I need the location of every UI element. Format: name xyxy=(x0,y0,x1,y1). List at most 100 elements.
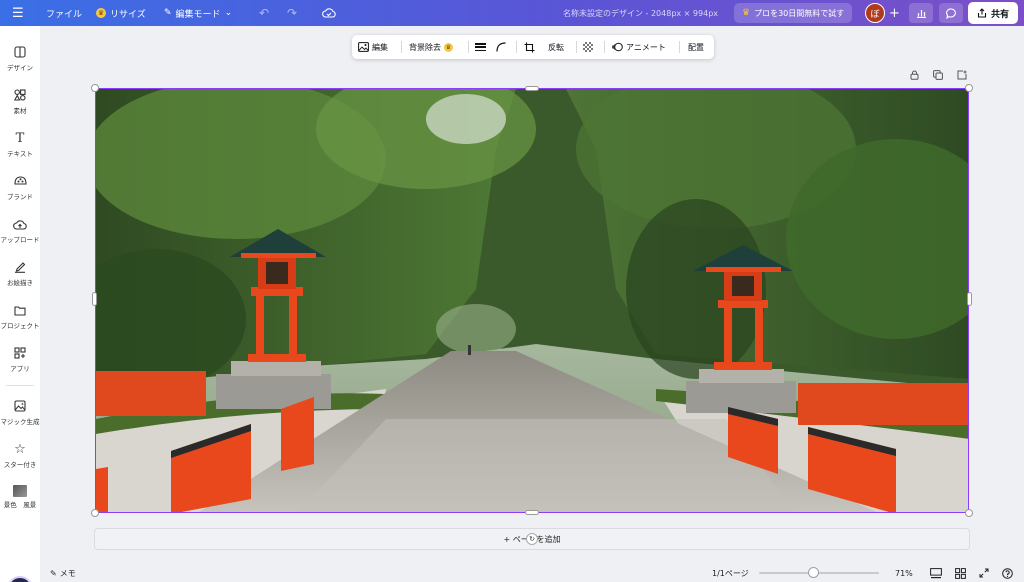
zoom-slider-knob[interactable] xyxy=(808,567,819,578)
resize-handle-top[interactable] xyxy=(525,86,539,91)
sidebar-item-label: デザイン xyxy=(7,64,33,72)
page-view-button[interactable] xyxy=(930,564,942,582)
crown-icon: ♛ xyxy=(96,8,106,18)
bg-remove-label: 背景除去 xyxy=(409,42,441,52)
shrine-path-photo xyxy=(96,89,968,512)
sidebar-item-upload[interactable]: アップロード xyxy=(0,216,40,244)
invite-button[interactable]: + xyxy=(889,0,900,26)
resize-handle-top-right[interactable] xyxy=(965,84,973,92)
animate-label: アニメート xyxy=(626,42,666,52)
sidebar-item-landscape[interactable]: 景色 風景 xyxy=(0,485,40,509)
share-icon xyxy=(977,8,987,18)
rotate-handle[interactable]: ↻ xyxy=(526,533,538,545)
landscape-thumbnail xyxy=(13,485,27,497)
analytics-button[interactable] xyxy=(909,3,933,23)
resize-handle-bottom[interactable] xyxy=(525,510,539,515)
redo-button[interactable]: ↷ xyxy=(287,0,297,26)
edit-mode-label: 編集モード xyxy=(175,9,221,20)
lock-icon[interactable] xyxy=(910,70,919,83)
resize-handle-top-left[interactable] xyxy=(91,84,99,92)
document-title[interactable]: 名称未設定のデザイン - 2048px × 994px xyxy=(563,0,718,26)
elements-icon xyxy=(12,87,28,103)
help-button[interactable] xyxy=(1002,564,1013,582)
rotate-icon: ↻ xyxy=(529,535,535,543)
add-page-icon[interactable] xyxy=(957,70,967,83)
image-edit-icon xyxy=(358,42,369,52)
toolbar-divider xyxy=(401,41,402,53)
position-label: 配置 xyxy=(688,42,704,52)
flip-button[interactable]: 反転 xyxy=(548,35,564,59)
apps-icon xyxy=(12,345,28,361)
edit-mode-dropdown[interactable]: ✎ 編集モード ⌄ xyxy=(164,0,232,26)
toolbar-divider xyxy=(679,41,680,53)
file-menu[interactable]: ファイル xyxy=(46,0,82,26)
sidebar-item-label: アプリ xyxy=(10,365,30,373)
corner-radius-icon xyxy=(496,42,506,52)
sidebar-item-projects[interactable]: プロジェクト xyxy=(0,302,40,330)
resize-button[interactable]: ♛ リサイズ xyxy=(96,0,146,26)
undo-icon: ↶ xyxy=(259,6,270,20)
sidebar-item-elements[interactable]: 素材 xyxy=(0,87,40,115)
resize-handle-bottom-right[interactable] xyxy=(965,509,973,517)
folder-icon xyxy=(12,302,28,318)
text-icon: T xyxy=(15,130,25,146)
grid-view-button[interactable] xyxy=(955,564,966,582)
file-menu-label: ファイル xyxy=(46,9,83,20)
comments-button[interactable] xyxy=(939,3,963,23)
bar-chart-icon xyxy=(916,10,926,18)
bottom-bar: ✎ メモ 1/1ページ 71% xyxy=(40,564,1024,582)
sidebar-item-brand[interactable]: ブランド xyxy=(0,173,40,201)
toolbar-divider xyxy=(468,41,469,53)
sidebar-divider xyxy=(6,385,34,386)
redo-icon: ↷ xyxy=(287,6,298,20)
top-bar: ☰ ファイル ♛ リサイズ ✎ 編集モード ⌄ ↶ ↷ 名称未設定のデザイン -… xyxy=(0,0,1024,26)
edit-image-button[interactable]: 編集 xyxy=(358,35,388,59)
transparency-button[interactable] xyxy=(583,35,593,59)
duplicate-page-icon[interactable] xyxy=(933,70,943,83)
crop-button[interactable] xyxy=(524,35,535,59)
border-lines-icon xyxy=(475,43,486,51)
sidebar-item-magic-media[interactable]: マジック生成 xyxy=(0,398,40,426)
toolbar-divider xyxy=(576,41,577,53)
resize-handle-left[interactable] xyxy=(92,292,97,306)
plus-icon: + xyxy=(889,5,900,21)
draw-icon xyxy=(12,259,28,275)
sidebar-item-apps[interactable]: アプリ xyxy=(0,345,40,373)
sidebar-item-starred[interactable]: ☆ スター付き xyxy=(0,441,40,470)
border-style-button[interactable] xyxy=(475,35,486,59)
edit-label: 編集 xyxy=(372,42,388,52)
sidebar-item-label: 素材 xyxy=(13,107,27,115)
sidebar-item-design[interactable]: デザイン xyxy=(0,44,40,72)
crown-icon: ♛ xyxy=(742,8,751,18)
pencil-icon: ✎ xyxy=(164,8,172,18)
sidebar-item-label: 景色 風景 xyxy=(3,501,37,509)
share-button[interactable]: 共有 xyxy=(968,2,1018,24)
sidebar-item-label: プロジェクト xyxy=(0,322,40,330)
grid-view-icon xyxy=(955,567,966,579)
share-label: 共有 xyxy=(990,9,1009,20)
main-menu-button[interactable]: ☰ xyxy=(12,0,24,26)
image-context-toolbar: 編集 背景除去 ♛ 反転 アニメート 配置 xyxy=(352,35,714,59)
resize-handle-right[interactable] xyxy=(967,292,972,306)
bg-remove-button[interactable]: 背景除去 ♛ xyxy=(409,35,453,59)
zoom-value[interactable]: 71% xyxy=(895,564,913,582)
design-canvas[interactable] xyxy=(95,88,969,513)
sidebar-item-text[interactable]: T テキスト xyxy=(0,130,40,159)
zoom-slider-track[interactable] xyxy=(759,572,879,574)
design-icon xyxy=(12,44,28,60)
undo-button[interactable]: ↶ xyxy=(259,0,269,26)
save-status-button[interactable] xyxy=(322,0,336,26)
resize-handle-bottom-left[interactable] xyxy=(91,509,99,517)
sidebar-item-draw[interactable]: お絵描き xyxy=(0,259,40,287)
corner-rounding-button[interactable] xyxy=(496,35,506,59)
avatar[interactable]: ぼ xyxy=(865,3,885,23)
sidebar-item-label: アップロード xyxy=(0,236,40,244)
page-indicator[interactable]: 1/1ページ xyxy=(712,564,749,582)
magic-assistant-button[interactable]: ✦ xyxy=(7,576,33,582)
position-button[interactable]: 配置 xyxy=(688,35,704,59)
animate-button[interactable]: アニメート xyxy=(612,35,666,59)
pro-trial-button[interactable]: ♛ プロを30日間無料で試す xyxy=(734,3,853,23)
notes-button[interactable]: ✎ メモ xyxy=(50,564,76,582)
notes-label: メモ xyxy=(59,568,76,578)
fullscreen-button[interactable] xyxy=(979,564,989,582)
